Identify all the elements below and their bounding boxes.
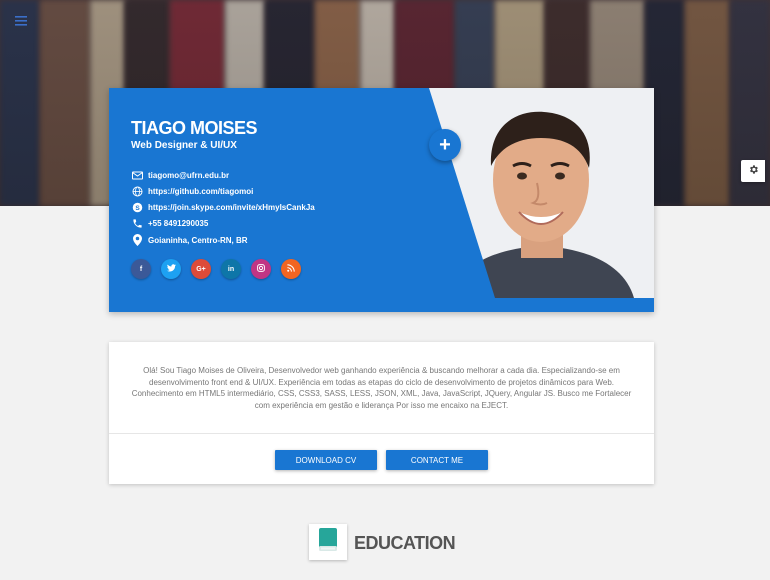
twitter-icon	[166, 264, 176, 274]
contact-email[interactable]: tiagomo@ufrn.edu.br	[131, 168, 431, 182]
download-cv-button[interactable]: DOWNLOAD CV	[275, 450, 377, 470]
linkedin-icon: in	[227, 265, 235, 273]
education-title: EDUCATION	[354, 533, 456, 553]
phone-icon	[131, 217, 143, 229]
contact-website[interactable]: https://github.com/tiagomoi	[131, 184, 431, 198]
rss-icon	[287, 264, 295, 274]
twitter-button[interactable]	[161, 259, 181, 279]
globe-icon	[131, 185, 143, 197]
about-divider	[109, 433, 654, 434]
about-text: Olá! Sou Tiago Moises de Oliveira, Desen…	[131, 366, 632, 410]
profile-name: TIAGO MOISES	[131, 118, 258, 138]
book-icon	[318, 527, 338, 557]
settings-button[interactable]	[741, 160, 765, 182]
education-icon-box	[309, 524, 347, 560]
add-fab-button[interactable]: +	[429, 129, 461, 161]
facebook-icon: f	[139, 265, 143, 273]
gear-icon	[748, 162, 759, 180]
linkedin-button[interactable]: in	[221, 259, 241, 279]
hamburger-menu-icon	[15, 13, 27, 29]
about-card: Olá! Sou Tiago Moises de Oliveira, Desen…	[109, 342, 654, 484]
instagram-icon	[257, 264, 265, 274]
plus-icon: +	[439, 133, 451, 156]
social-links: f G+ in	[131, 259, 311, 279]
contact-skype[interactable]: S https://join.skype.com/invite/xHmyIsCa…	[131, 200, 431, 214]
instagram-button[interactable]	[251, 259, 271, 279]
profile-role: Web Designer & UI/UX	[131, 140, 237, 151]
contact-me-button[interactable]: CONTACT ME	[386, 450, 488, 470]
contact-phone[interactable]: +55 8491290035	[131, 216, 431, 230]
facebook-button[interactable]: f	[131, 259, 151, 279]
google-plus-icon: G+	[196, 265, 206, 273]
skype-icon: S	[131, 201, 143, 213]
menu-button[interactable]	[10, 10, 32, 32]
contact-location: Goianinha, Centro-RN, BR	[131, 233, 431, 247]
rss-button[interactable]	[281, 259, 301, 279]
email-icon	[131, 169, 143, 181]
google-plus-button[interactable]: G+	[191, 259, 211, 279]
svg-text:S: S	[135, 204, 140, 211]
profile-card: TIAGO MOISES Web Designer & UI/UX tiagom…	[109, 88, 654, 312]
location-icon	[131, 234, 143, 246]
